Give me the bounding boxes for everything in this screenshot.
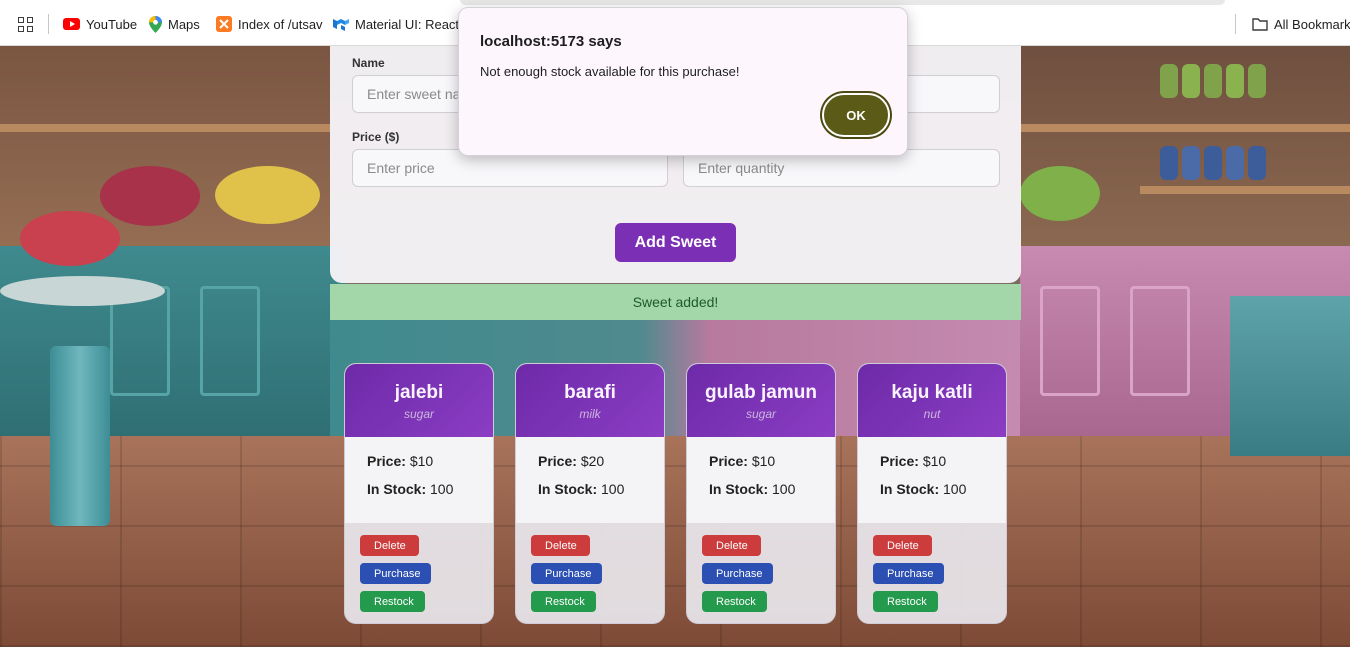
stock-value: 100 xyxy=(943,481,967,497)
sweet-category: nut xyxy=(923,407,941,421)
shelf-board xyxy=(1140,186,1350,194)
dialog-title: localhost:5173 says xyxy=(480,33,622,50)
restock-button[interactable]: Restock xyxy=(702,591,767,612)
all-bookmarks-label: All Bookmarks xyxy=(1274,16,1350,32)
price-label: Price: xyxy=(880,453,919,469)
apps-grid-icon[interactable] xyxy=(18,17,34,33)
price-value: $10 xyxy=(751,453,776,469)
sweet-category: sugar xyxy=(745,407,777,421)
price-value: $20 xyxy=(580,453,605,469)
sweet-name: gulab jamun xyxy=(705,382,817,403)
bookmark-material-ui[interactable]: Material UI: React c xyxy=(333,15,469,33)
bookmark-index-utsav[interactable]: Index of /utsav xyxy=(216,15,323,33)
bookmark-label: Index of /utsav xyxy=(238,16,323,32)
price-value: $10 xyxy=(922,453,947,469)
sweet-category: milk xyxy=(579,407,601,421)
candy-pile xyxy=(20,211,120,266)
candy-jars xyxy=(1160,146,1266,180)
sweet-name: barafi xyxy=(564,382,616,403)
shelf-board xyxy=(1020,124,1350,132)
card-details: Price: $10 In Stock: 100 xyxy=(345,437,493,523)
delete-button[interactable]: Delete xyxy=(702,535,761,556)
alert-dialog: localhost:5173 says Not enough stock ava… xyxy=(458,7,908,156)
card-details: Price: $10 In Stock: 100 xyxy=(858,437,1006,523)
card-header: gulab jamun sugar xyxy=(687,364,835,437)
dialog-message: Not enough stock available for this purc… xyxy=(480,64,740,79)
restock-button[interactable]: Restock xyxy=(531,591,596,612)
sweet-card: jalebi sugar Price: $10 In Stock: 100 De… xyxy=(344,363,494,624)
stock-value: 100 xyxy=(430,481,454,497)
purchase-button[interactable]: Purchase xyxy=(360,563,431,584)
stock-label: In Stock: xyxy=(538,481,598,497)
card-actions: Delete Purchase Restock xyxy=(345,523,493,612)
name-label: Name xyxy=(352,56,385,70)
delete-button[interactable]: Delete xyxy=(873,535,932,556)
candy-jars xyxy=(1160,64,1266,98)
add-sweet-button[interactable]: Add Sweet xyxy=(615,223,736,262)
candy-pile xyxy=(215,166,320,224)
bookmark-maps[interactable]: Maps xyxy=(149,15,200,33)
card-actions: Delete Purchase Restock xyxy=(687,523,835,612)
restock-button[interactable]: Restock xyxy=(360,591,425,612)
mui-icon xyxy=(333,19,349,31)
sweet-name: jalebi xyxy=(394,382,444,403)
tiled-floor xyxy=(0,436,1350,647)
sweet-name: kaju katli xyxy=(891,382,973,403)
bookmark-youtube[interactable]: YouTube xyxy=(63,15,137,33)
candy-pile xyxy=(1020,166,1100,221)
sweet-card: kaju katli nut Price: $10 In Stock: 100 … xyxy=(857,363,1007,624)
bookmark-label: YouTube xyxy=(86,16,138,32)
all-bookmarks-button[interactable]: All Bookmarks xyxy=(1252,15,1350,33)
delete-button[interactable]: Delete xyxy=(531,535,590,556)
purchase-button[interactable]: Purchase xyxy=(531,563,602,584)
card-actions: Delete Purchase Restock xyxy=(516,523,664,612)
stock-value: 100 xyxy=(601,481,625,497)
price-label: Price: xyxy=(538,453,577,469)
pedestal-stand xyxy=(50,346,110,526)
restock-button[interactable]: Restock xyxy=(873,591,938,612)
sweet-category: sugar xyxy=(403,407,435,421)
purchase-button[interactable]: Purchase xyxy=(702,563,773,584)
candy-pile xyxy=(100,166,200,226)
bookmark-label: Material UI: React c xyxy=(355,16,470,32)
card-actions: Delete Purchase Restock xyxy=(858,523,1006,612)
folder-icon xyxy=(1252,17,1268,31)
success-message: Sweet added! xyxy=(330,284,1021,320)
card-details: Price: $20 In Stock: 100 xyxy=(516,437,664,523)
delete-button[interactable]: Delete xyxy=(360,535,419,556)
sweet-card: barafi milk Price: $20 In Stock: 100 Del… xyxy=(515,363,665,624)
stock-label: In Stock: xyxy=(880,481,940,497)
price-label: Price ($) xyxy=(352,130,400,144)
stock-value: 100 xyxy=(772,481,796,497)
price-value: $10 xyxy=(409,453,434,469)
price-label: Price: xyxy=(709,453,748,469)
card-header: barafi milk xyxy=(516,364,664,437)
price-label: Price: xyxy=(367,453,406,469)
purchase-button[interactable]: Purchase xyxy=(873,563,944,584)
bookmark-label: Maps xyxy=(168,16,200,32)
card-header: kaju katli nut xyxy=(858,364,1006,437)
card-header: jalebi sugar xyxy=(345,364,493,437)
shelf-board xyxy=(0,124,330,132)
sweet-card: gulab jamun sugar Price: $10 In Stock: 1… xyxy=(686,363,836,624)
tab-strip-edge xyxy=(460,0,1225,5)
ok-button[interactable]: OK xyxy=(822,93,890,137)
stock-label: In Stock: xyxy=(709,481,769,497)
youtube-icon xyxy=(63,18,80,30)
xampp-icon xyxy=(216,16,232,32)
bookmarks-separator xyxy=(1235,14,1236,34)
side-table xyxy=(1230,296,1350,456)
stock-label: In Stock: xyxy=(367,481,427,497)
pedestal-table xyxy=(0,276,165,306)
bookmarks-separator xyxy=(48,14,49,34)
maps-icon xyxy=(149,15,162,33)
card-details: Price: $10 In Stock: 100 xyxy=(687,437,835,523)
